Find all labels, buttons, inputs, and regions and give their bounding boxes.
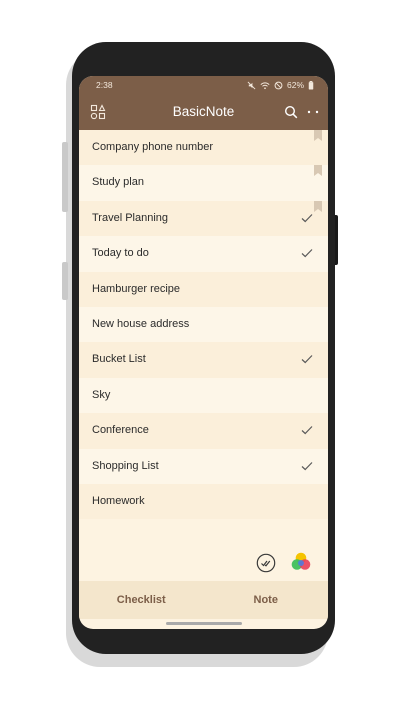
note-list: Company phone number Study plan Travel Pla… — [79, 130, 328, 520]
note-title: Bucket List — [92, 353, 146, 366]
stage: 2:38 62% BasicNote Company phone number … — [0, 0, 400, 711]
search-icon[interactable] — [283, 104, 299, 120]
title-bar: BasicNote — [79, 96, 328, 128]
tab-checklist[interactable]: Checklist — [79, 581, 204, 619]
checkmark-icon — [301, 426, 313, 435]
app-bar: 2:38 62% BasicNote — [79, 76, 328, 130]
note-item[interactable]: Conference — [79, 413, 328, 449]
side-edge-upper — [62, 142, 68, 212]
note-title: Shopping List — [92, 459, 159, 472]
note-item[interactable]: Company phone number — [79, 130, 328, 166]
app-screen: 2:38 62% BasicNote Company phone number … — [79, 76, 328, 629]
note-title: Sky — [92, 388, 111, 401]
wifi-icon — [260, 81, 270, 89]
note-title: Company phone number — [92, 141, 214, 153]
bookmark-icon — [314, 200, 322, 212]
note-item[interactable]: Travel Planning — [79, 200, 328, 237]
tab-note[interactable]: Note — [204, 581, 329, 619]
check-all-icon[interactable] — [256, 553, 276, 573]
note-title: Hamburger recipe — [92, 282, 181, 295]
note-title: Conference — [92, 424, 149, 437]
note-item[interactable]: Sky — [79, 377, 328, 414]
note-title: Study plan — [92, 176, 144, 189]
bottom-tabs: Checklist Note — [79, 581, 328, 619]
side-edge-lower — [62, 262, 68, 300]
more-icon[interactable] — [305, 104, 321, 120]
note-item[interactable]: Homework — [79, 483, 328, 520]
note-item[interactable]: Bucket List — [79, 342, 328, 378]
note-title: Travel Planning — [92, 211, 169, 224]
do-not-disturb-icon — [274, 81, 283, 89]
action-row — [79, 549, 328, 579]
checkmark-icon — [301, 249, 313, 258]
mute-icon — [247, 81, 256, 89]
checkmark-icon — [301, 461, 313, 470]
battery-icon — [308, 80, 314, 90]
status-icons: 62% — [247, 76, 314, 94]
bookmark-icon — [314, 165, 322, 177]
color-palette-icon[interactable] — [290, 551, 312, 573]
note-title: Today to do — [92, 247, 149, 260]
checkmark-icon — [301, 355, 313, 364]
battery-level: 62% — [286, 80, 304, 90]
note-item[interactable]: Shopping List — [79, 448, 328, 484]
note-item[interactable]: New house address — [79, 306, 328, 343]
home-indicator[interactable] — [166, 622, 242, 625]
note-item[interactable]: Hamburger recipe — [79, 271, 328, 307]
status-time: 2:38 — [96, 80, 113, 90]
note-title: New house address — [92, 317, 190, 330]
checkmark-icon — [301, 213, 313, 223]
note-title: Homework — [92, 494, 145, 507]
note-item[interactable]: Study plan — [79, 165, 328, 201]
note-item[interactable]: Today to do — [79, 236, 328, 272]
bookmark-icon — [314, 130, 322, 141]
status-bar: 2:38 62% — [79, 76, 328, 94]
